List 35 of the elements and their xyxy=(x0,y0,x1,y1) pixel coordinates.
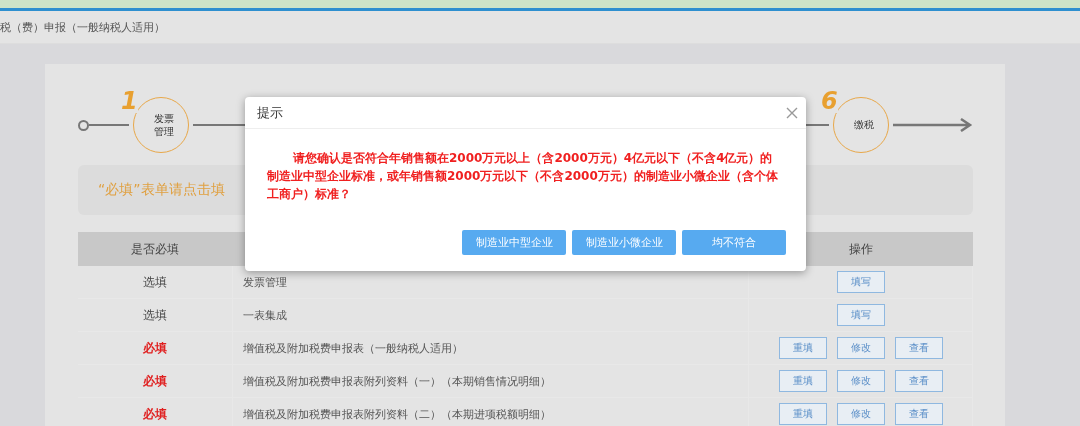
form-name: 增值税及附加税费申报表附列资料（二）（本期进项税额明细） xyxy=(242,407,551,421)
step-label: 缴税 xyxy=(854,118,874,132)
action-button[interactable]: 修改 xyxy=(836,337,885,359)
dialog-title: 提示 xyxy=(257,103,283,122)
status-label: 必填 xyxy=(142,373,167,388)
status-label: 选填 xyxy=(142,274,167,289)
action-button[interactable]: 查看 xyxy=(894,403,943,425)
column-header: 是否必填 xyxy=(78,232,232,266)
status-label: 选填 xyxy=(142,307,167,322)
form-name: 发票管理 xyxy=(242,275,287,289)
step-number: 6 xyxy=(821,89,838,113)
dialog-message: 请您确认是否符合年销售额在2000万元以上（含2000万元）4亿元以下（不含4亿元）的制造业中型企业标准，或年销售额2000万元以下（不含2000万元）的制造业小微企业（含个体工商户）标准？ xyxy=(267,150,779,203)
action-button[interactable]: 查看 xyxy=(894,337,943,359)
close-icon[interactable] xyxy=(786,106,798,119)
page-title: 税（费）申报（一般纳税人适用） xyxy=(0,19,165,35)
action-button[interactable]: 重填 xyxy=(778,403,827,425)
hint-text: “必填”表单请点击填 xyxy=(98,181,225,199)
status-label: 必填 xyxy=(142,340,167,355)
action-button[interactable]: 修改 xyxy=(836,403,885,425)
form-name: 增值税及附加税费申报表附列资料（一）（本期销售情况明细） xyxy=(242,374,551,388)
action-button[interactable]: 查看 xyxy=(894,370,943,392)
arrow-icon xyxy=(893,118,973,132)
status-label: 必填 xyxy=(142,406,167,421)
dialog-button[interactable]: 制造业中型企业 xyxy=(462,230,566,255)
action-button[interactable]: 重填 xyxy=(778,370,827,392)
action-button[interactable]: 修改 xyxy=(836,370,885,392)
step-label: 发票管理 xyxy=(154,111,174,139)
action-button[interactable]: 重填 xyxy=(778,337,827,359)
form-name: 一表集成 xyxy=(242,308,287,322)
action-button[interactable]: 填写 xyxy=(836,271,885,293)
step-number: 1 xyxy=(121,89,138,113)
form-name: 增值税及附加税费申报表（一般纳税人适用） xyxy=(242,341,463,355)
action-button[interactable]: 填写 xyxy=(836,304,885,326)
dialog-button[interactable]: 均不符合 xyxy=(682,230,786,255)
dialog-button[interactable]: 制造业小微企业 xyxy=(572,230,676,255)
